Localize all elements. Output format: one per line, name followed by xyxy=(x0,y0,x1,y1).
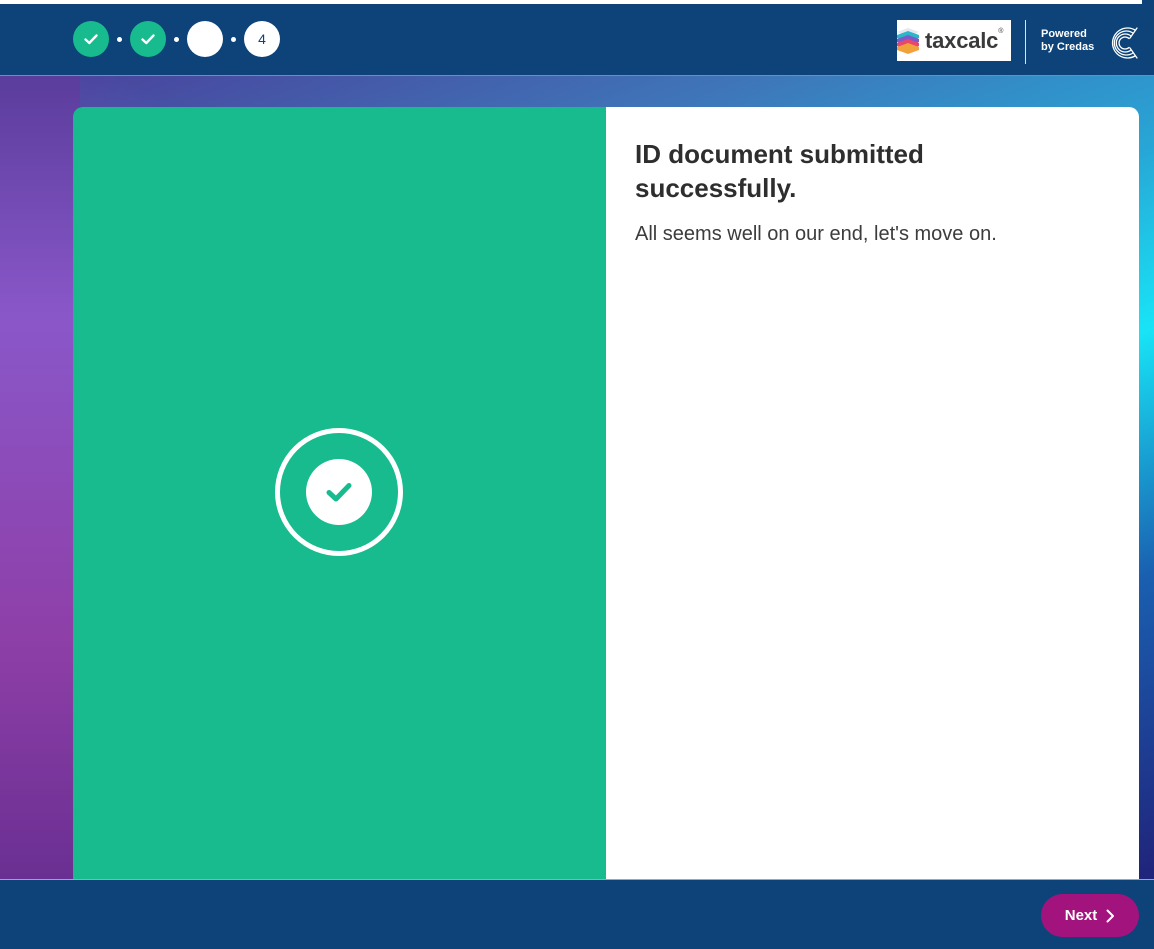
chevron-right-icon xyxy=(1106,909,1115,922)
check-badge xyxy=(306,459,372,525)
check-icon xyxy=(141,34,155,45)
powered-by-text: Powered by Credas xyxy=(1041,28,1094,54)
brand-registered-mark: ® xyxy=(998,28,1004,35)
result-card: ID document submitted successfully. All … xyxy=(73,107,1139,879)
check-icon xyxy=(326,483,352,502)
next-button-label: Next xyxy=(1064,907,1098,924)
step-separator xyxy=(231,36,236,42)
step-separator xyxy=(174,36,179,42)
header-divider xyxy=(1025,20,1026,64)
taxcalc-stack-icon xyxy=(897,27,919,54)
step-2-complete xyxy=(130,21,166,57)
footer-bar xyxy=(0,879,1154,949)
page-background-left xyxy=(0,76,80,879)
success-panel xyxy=(73,107,606,879)
next-button[interactable]: Next xyxy=(1041,894,1139,937)
check-circle-icon xyxy=(275,428,403,556)
step-3-current xyxy=(187,21,223,57)
credas-logo-icon xyxy=(1111,27,1138,59)
header: 4 taxcalc ® Powered by Credas xyxy=(0,4,1154,76)
powered-line-2: by Credas xyxy=(1041,41,1095,53)
step-4-upcoming: 4 xyxy=(244,21,280,57)
check-icon xyxy=(84,34,98,45)
taxcalc-logo: taxcalc ® xyxy=(897,20,1011,61)
progress-steps: 4 xyxy=(73,21,280,57)
brand-name: taxcalc xyxy=(925,27,999,53)
powered-line-1: Powered xyxy=(1041,28,1087,40)
message-panel: ID document submitted successfully. All … xyxy=(606,107,1139,879)
step-1-complete xyxy=(73,21,109,57)
step-separator xyxy=(117,36,122,42)
step-4-label: 4 xyxy=(258,31,266,47)
page-title: ID document submitted successfully. xyxy=(635,139,924,203)
page-subtitle: All seems well on our end, let's move on… xyxy=(635,223,997,245)
